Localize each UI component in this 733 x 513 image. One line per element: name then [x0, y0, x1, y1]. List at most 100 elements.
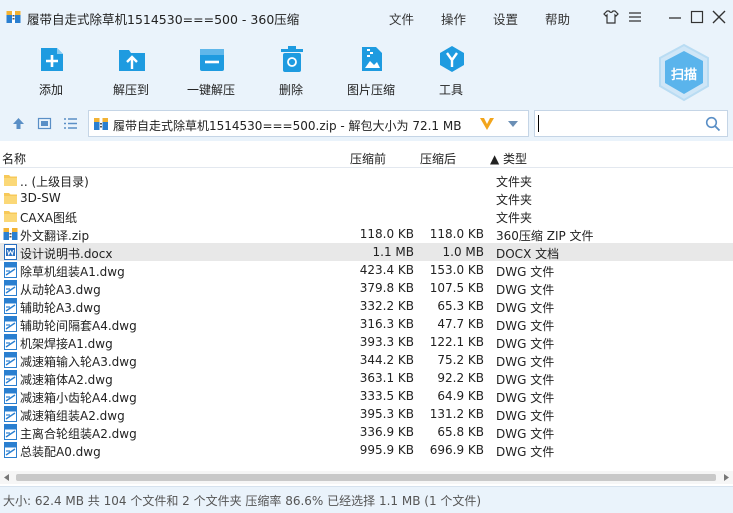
file-row[interactable]: 辅助轮间隔套A4.dwg 316.3 KB 47.7 KB DWG 文件: [0, 315, 733, 333]
file-compressed-size: 65.3 KB: [437, 299, 484, 313]
close-icon[interactable]: [710, 8, 728, 26]
menu-settings[interactable]: 设置: [493, 9, 518, 28]
file-row[interactable]: 辅助轮A3.dwg 332.2 KB 65.3 KB DWG 文件: [0, 297, 733, 315]
file-row[interactable]: .. (上级目录) 文件夹: [0, 171, 733, 189]
file-original-size: 332.2 KB: [359, 299, 414, 313]
file-compressed-size: 118.0 KB: [429, 227, 484, 241]
extract-to-button[interactable]: 解压到: [96, 40, 166, 102]
image-compress-icon: [362, 47, 382, 71]
path-text: 履带自走式除草机1514530===500.zip - 解包大小为 72.1 M…: [113, 119, 462, 133]
file-row[interactable]: 减速箱组装A2.dwg 395.3 KB 131.2 KB DWG 文件: [0, 405, 733, 423]
column-compressed-size[interactable]: 压缩后: [420, 150, 456, 167]
column-original-size[interactable]: 压缩前: [350, 150, 386, 167]
file-type: 360压缩 ZIP 文件: [496, 229, 594, 243]
file-type: DWG 文件: [496, 445, 555, 459]
title-bar[interactable]: 履带自走式除草机1514530===500 - 360压缩 文件 操作 设置 帮…: [0, 0, 733, 34]
thumbnail-view-icon[interactable]: [37, 116, 52, 131]
dwg-icon: [3, 334, 18, 350]
scroll-left-icon[interactable]: [4, 474, 10, 481]
archive-window: 履带自走式除草机1514530===500 - 360压缩 文件 操作 设置 帮…: [0, 0, 733, 513]
file-row[interactable]: 外文翻译.zip 118.0 KB 118.0 KB 360压缩 ZIP 文件: [0, 225, 733, 243]
file-row[interactable]: 3D-SW 文件夹: [0, 189, 733, 207]
file-compressed-size: 47.7 KB: [437, 317, 484, 331]
file-compressed-size: 153.0 KB: [429, 263, 484, 277]
file-row[interactable]: 总装配A0.dwg 995.9 KB 696.9 KB DWG 文件: [0, 441, 733, 459]
file-row[interactable]: 除草机组装A1.dwg 423.4 KB 153.0 KB DWG 文件: [0, 261, 733, 279]
menu-help[interactable]: 帮助: [545, 9, 570, 28]
dwg-icon: [3, 316, 18, 332]
file-name: 减速箱体A2.dwg: [20, 373, 113, 387]
file-compressed-size: 92.2 KB: [437, 371, 484, 385]
scrollbar-thumb[interactable]: [16, 474, 716, 481]
file-original-size: 344.2 KB: [359, 353, 414, 367]
delete-button[interactable]: 删除: [256, 40, 326, 102]
docx-icon: [3, 244, 18, 260]
list-view-icon[interactable]: [63, 116, 78, 131]
file-type: DOCX 文档: [496, 247, 560, 261]
column-type[interactable]: ▲ 类型: [490, 150, 527, 167]
file-row[interactable]: 机架焊接A1.dwg 393.3 KB 122.1 KB DWG 文件: [0, 333, 733, 351]
add-icon: [41, 48, 63, 71]
file-name: 设计说明书.docx: [20, 247, 113, 261]
minimize-icon[interactable]: [666, 8, 684, 26]
file-original-size: 363.1 KB: [359, 371, 414, 385]
horizontal-scrollbar[interactable]: [0, 471, 733, 484]
file-row[interactable]: 减速箱小齿轮A4.dwg 333.5 KB 64.9 KB DWG 文件: [0, 387, 733, 405]
search-icon[interactable]: [705, 116, 721, 132]
address-bar: 履带自走式除草机1514530===500.zip - 解包大小为 72.1 M…: [0, 106, 733, 141]
one-click-extract-icon: [200, 49, 224, 71]
file-type: DWG 文件: [496, 409, 555, 423]
column-name[interactable]: 名称: [2, 150, 26, 167]
folder-icon: [3, 190, 18, 206]
path-field[interactable]: 履带自走式除草机1514530===500.zip - 解包大小为 72.1 M…: [88, 110, 529, 137]
v-verify-icon[interactable]: [479, 117, 495, 131]
file-row[interactable]: 减速箱体A2.dwg 363.1 KB 92.2 KB DWG 文件: [0, 369, 733, 387]
dwg-icon: [3, 388, 18, 404]
file-row[interactable]: 减速箱输入轮A3.dwg 344.2 KB 75.2 KB DWG 文件: [0, 351, 733, 369]
chevron-down-icon[interactable]: [507, 120, 519, 128]
main-toolbar: 添加 解压到 一键解压 删除 图片压缩 工具 扫描: [0, 34, 733, 106]
file-type: DWG 文件: [496, 427, 555, 441]
menu-operation[interactable]: 操作: [441, 9, 466, 28]
file-original-size: 1.1 MB: [372, 245, 414, 259]
one-click-extract-button[interactable]: 一键解压: [176, 40, 246, 102]
menu-dropdown-icon[interactable]: [626, 8, 644, 26]
file-compressed-size: 131.2 KB: [429, 407, 484, 421]
menu-file[interactable]: 文件: [389, 9, 414, 28]
status-bar: 大小: 62.4 MB 共 104 个文件和 2 个文件夹 压缩率 86.6% …: [0, 486, 733, 513]
file-original-size: 379.8 KB: [359, 281, 414, 295]
file-compressed-size: 65.8 KB: [437, 425, 484, 439]
up-arrow-icon[interactable]: [11, 116, 26, 131]
scan-button[interactable]: 扫描: [655, 42, 713, 104]
search-input[interactable]: [537, 113, 697, 134]
file-name: 从动轮A3.dwg: [20, 283, 101, 297]
file-name: CAXA图纸: [20, 211, 78, 225]
file-compressed-size: 75.2 KB: [437, 353, 484, 367]
trash-icon: [281, 46, 303, 72]
dwg-icon: [3, 406, 18, 422]
add-button[interactable]: 添加: [16, 40, 86, 102]
search-box[interactable]: [534, 110, 728, 137]
extract-to-label: 解压到: [112, 83, 149, 97]
tools-icon: [440, 46, 464, 72]
image-compress-button[interactable]: 图片压缩: [336, 40, 406, 102]
dwg-icon: [3, 370, 18, 386]
file-row[interactable]: 设计说明书.docx 1.1 MB 1.0 MB DOCX 文档: [0, 243, 733, 261]
file-row[interactable]: 从动轮A3.dwg 379.8 KB 107.5 KB DWG 文件: [0, 279, 733, 297]
file-row[interactable]: CAXA图纸 文件夹: [0, 207, 733, 225]
file-name: 减速箱组装A2.dwg: [20, 409, 125, 423]
file-row[interactable]: 主离合轮组装A2.dwg 336.9 KB 65.8 KB DWG 文件: [0, 423, 733, 441]
tools-button[interactable]: 工具: [416, 40, 486, 102]
file-original-size: 336.9 KB: [359, 425, 414, 439]
file-type: 文件夹: [496, 175, 533, 189]
file-compressed-size: 696.9 KB: [429, 443, 484, 457]
file-original-size: 316.3 KB: [359, 317, 414, 331]
file-name: 3D-SW: [20, 191, 61, 205]
maximize-icon[interactable]: [688, 8, 706, 26]
skin-shirt-icon[interactable]: [602, 8, 620, 26]
file-list: .. (上级目录) 文件夹 3D-SW 文件夹 CAXA图纸 文件夹 外文翻译.zip 118…: [0, 171, 733, 461]
scroll-right-icon[interactable]: [723, 474, 729, 481]
tools-label: 工具: [438, 83, 463, 97]
image-compress-label: 图片压缩: [346, 83, 395, 97]
file-type: DWG 文件: [496, 301, 555, 315]
